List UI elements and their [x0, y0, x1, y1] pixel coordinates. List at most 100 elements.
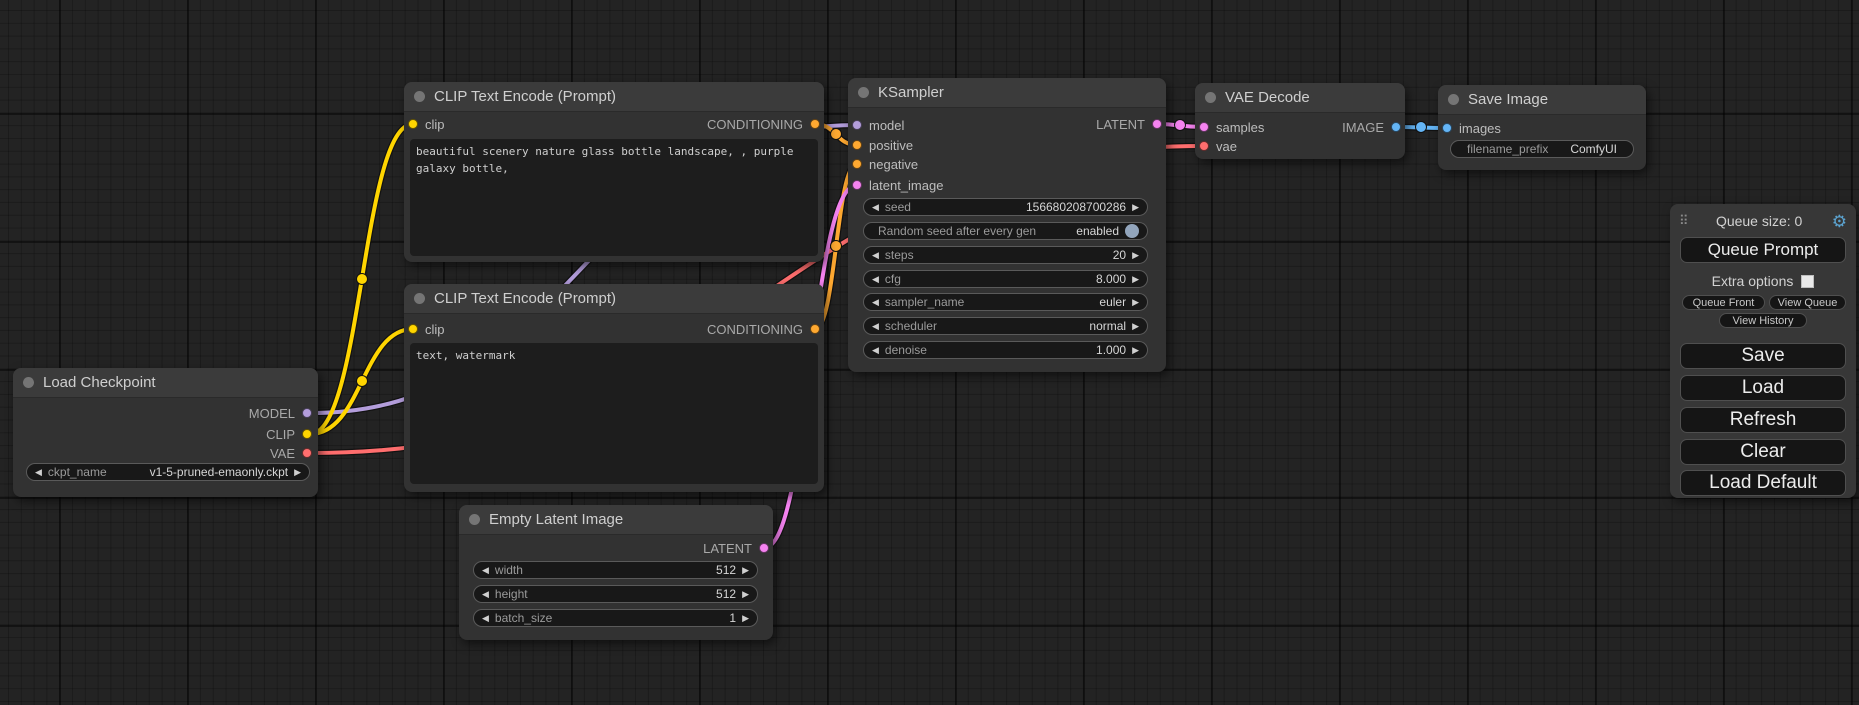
decrement-arrow-icon[interactable]: ◀ [872, 203, 879, 212]
model-port-icon[interactable] [852, 120, 862, 130]
menu-header: ⠿ Queue size: 0 ⚙ [1670, 210, 1856, 232]
node-save-image[interactable]: Save Image images filename_prefix ComfyU… [1438, 85, 1646, 170]
load-default-button[interactable]: Load Default [1680, 470, 1846, 496]
decrement-arrow-icon[interactable]: ◀ [482, 614, 489, 623]
node-clip-text-encode-negative[interactable]: CLIP Text Encode (Prompt) clip CONDITION… [404, 284, 824, 492]
increment-arrow-icon[interactable]: ▶ [742, 614, 749, 623]
height-widget[interactable]: ◀ height 512 ▶ [473, 585, 758, 603]
negative-prompt-textarea[interactable]: text, watermark [410, 343, 818, 484]
drag-handle-icon[interactable]: ⠿ [1679, 213, 1687, 229]
increment-arrow-icon[interactable]: ▶ [1132, 251, 1139, 260]
node-empty-latent-image[interactable]: Empty Latent Image LATENT ◀ width 512 ▶ … [459, 505, 773, 640]
node-title: CLIP Text Encode (Prompt) [434, 290, 616, 307]
node-title-bar[interactable]: Load Checkpoint [13, 368, 318, 398]
collapse-dot-icon[interactable] [414, 293, 425, 304]
decrement-arrow-icon[interactable]: ◀ [872, 251, 879, 260]
collapse-dot-icon[interactable] [469, 514, 480, 525]
toggle-dot-icon[interactable] [1125, 224, 1139, 238]
clear-button[interactable]: Clear [1680, 439, 1846, 465]
latent-port-icon[interactable] [1199, 122, 1209, 132]
node-title-bar[interactable]: CLIP Text Encode (Prompt) [404, 284, 824, 314]
link-dot[interactable] [831, 129, 842, 140]
clip-port-icon[interactable] [408, 119, 418, 129]
decrement-arrow-icon[interactable]: ◀ [872, 346, 879, 355]
collapse-dot-icon[interactable] [1448, 94, 1459, 105]
filename-prefix-widget[interactable]: filename_prefix ComfyUI [1450, 140, 1634, 158]
node-vae-decode[interactable]: VAE Decode samples vae IMAGE [1195, 83, 1405, 159]
conditioning-port-icon[interactable] [810, 324, 820, 334]
output-image: IMAGE [1342, 117, 1401, 137]
node-title-bar[interactable]: KSampler [848, 78, 1166, 108]
denoise-widget[interactable]: ◀ denoise 1.000 ▶ [863, 341, 1148, 359]
conditioning-port-icon[interactable] [810, 119, 820, 129]
collapse-dot-icon[interactable] [23, 377, 34, 388]
collapse-dot-icon[interactable] [1205, 92, 1216, 103]
increment-arrow-icon[interactable]: ▶ [742, 566, 749, 575]
increment-arrow-icon[interactable]: ▶ [1132, 298, 1139, 307]
node-title-bar[interactable]: CLIP Text Encode (Prompt) [404, 82, 824, 112]
node-ksampler[interactable]: KSampler model positive negative latent_… [848, 78, 1166, 372]
collapse-dot-icon[interactable] [858, 87, 869, 98]
cfg-widget[interactable]: ◀ cfg 8.000 ▶ [863, 270, 1148, 288]
batch-size-widget[interactable]: ◀ batch_size 1 ▶ [473, 609, 758, 627]
node-clip-text-encode-positive[interactable]: CLIP Text Encode (Prompt) clip CONDITION… [404, 82, 824, 262]
collapse-dot-icon[interactable] [414, 91, 425, 102]
latent-port-icon[interactable] [1152, 119, 1162, 129]
view-history-button[interactable]: View History [1719, 313, 1807, 328]
image-port-icon[interactable] [1391, 122, 1401, 132]
decrement-arrow-icon[interactable]: ◀ [872, 298, 879, 307]
clip-port-icon[interactable] [408, 324, 418, 334]
view-queue-button[interactable]: View Queue [1769, 295, 1846, 310]
decrement-arrow-icon[interactable]: ◀ [482, 566, 489, 575]
gear-icon[interactable]: ⚙ [1832, 213, 1847, 230]
decrement-arrow-icon[interactable]: ◀ [872, 322, 879, 331]
node-load-checkpoint[interactable]: Load Checkpoint MODEL CLIP VAE ◀ ckpt_na… [13, 368, 318, 497]
increment-arrow-icon[interactable]: ▶ [1132, 322, 1139, 331]
link-dot[interactable] [357, 376, 368, 387]
link-dot[interactable] [1416, 122, 1427, 133]
conditioning-port-icon[interactable] [852, 159, 862, 169]
width-widget[interactable]: ◀ width 512 ▶ [473, 561, 758, 579]
random-seed-toggle[interactable]: Random seed after every gen enabled [863, 222, 1148, 240]
node-title-bar[interactable]: Empty Latent Image [459, 505, 773, 535]
model-port-icon[interactable] [302, 408, 312, 418]
link-dot[interactable] [1175, 120, 1186, 131]
node-title-bar[interactable]: Save Image [1438, 85, 1646, 115]
load-button[interactable]: Load [1680, 375, 1846, 401]
queue-prompt-button[interactable]: Queue Prompt [1680, 237, 1846, 263]
sampler-name-widget[interactable]: ◀ sampler_name euler ▶ [863, 293, 1148, 311]
vae-port-icon[interactable] [302, 448, 312, 458]
clip-port-icon[interactable] [302, 429, 312, 439]
node-title: CLIP Text Encode (Prompt) [434, 88, 616, 105]
conditioning-port-icon[interactable] [852, 140, 862, 150]
extra-options-checkbox[interactable] [1801, 275, 1814, 288]
queue-front-button[interactable]: Queue Front [1682, 295, 1765, 310]
scheduler-widget[interactable]: ◀ scheduler normal ▶ [863, 317, 1148, 335]
increment-arrow-icon[interactable]: ▶ [1132, 275, 1139, 284]
ckpt-name-widget[interactable]: ◀ ckpt_name v1-5-pruned-emaonly.ckpt ▶ [26, 463, 310, 481]
decrement-arrow-icon[interactable]: ◀ [872, 275, 879, 284]
link-dot[interactable] [357, 274, 368, 285]
comfyui-canvas[interactable]: { "icons": { "left_arrow": "◀", "right_a… [0, 0, 1859, 705]
output-vae: VAE [270, 443, 312, 463]
seed-widget[interactable]: ◀ seed 156680208700286 ▶ [863, 198, 1148, 216]
input-model: model [852, 115, 904, 135]
steps-widget[interactable]: ◀ steps 20 ▶ [863, 246, 1148, 264]
image-port-icon[interactable] [1442, 123, 1452, 133]
increment-arrow-icon[interactable]: ▶ [1132, 346, 1139, 355]
queue-size-label: Queue size: 0 [1687, 213, 1832, 229]
positive-prompt-textarea[interactable]: beautiful scenery nature glass bottle la… [410, 139, 818, 256]
increment-arrow-icon[interactable]: ▶ [742, 590, 749, 599]
increment-arrow-icon[interactable]: ▶ [294, 468, 301, 477]
input-images: images [1442, 118, 1501, 138]
decrement-arrow-icon[interactable]: ◀ [35, 468, 42, 477]
increment-arrow-icon[interactable]: ▶ [1132, 203, 1139, 212]
vae-port-icon[interactable] [1199, 141, 1209, 151]
latent-port-icon[interactable] [759, 543, 769, 553]
save-button[interactable]: Save [1680, 343, 1846, 369]
link-dot[interactable] [831, 241, 842, 252]
node-title-bar[interactable]: VAE Decode [1195, 83, 1405, 113]
latent-port-icon[interactable] [852, 180, 862, 190]
decrement-arrow-icon[interactable]: ◀ [482, 590, 489, 599]
refresh-button[interactable]: Refresh [1680, 407, 1846, 433]
